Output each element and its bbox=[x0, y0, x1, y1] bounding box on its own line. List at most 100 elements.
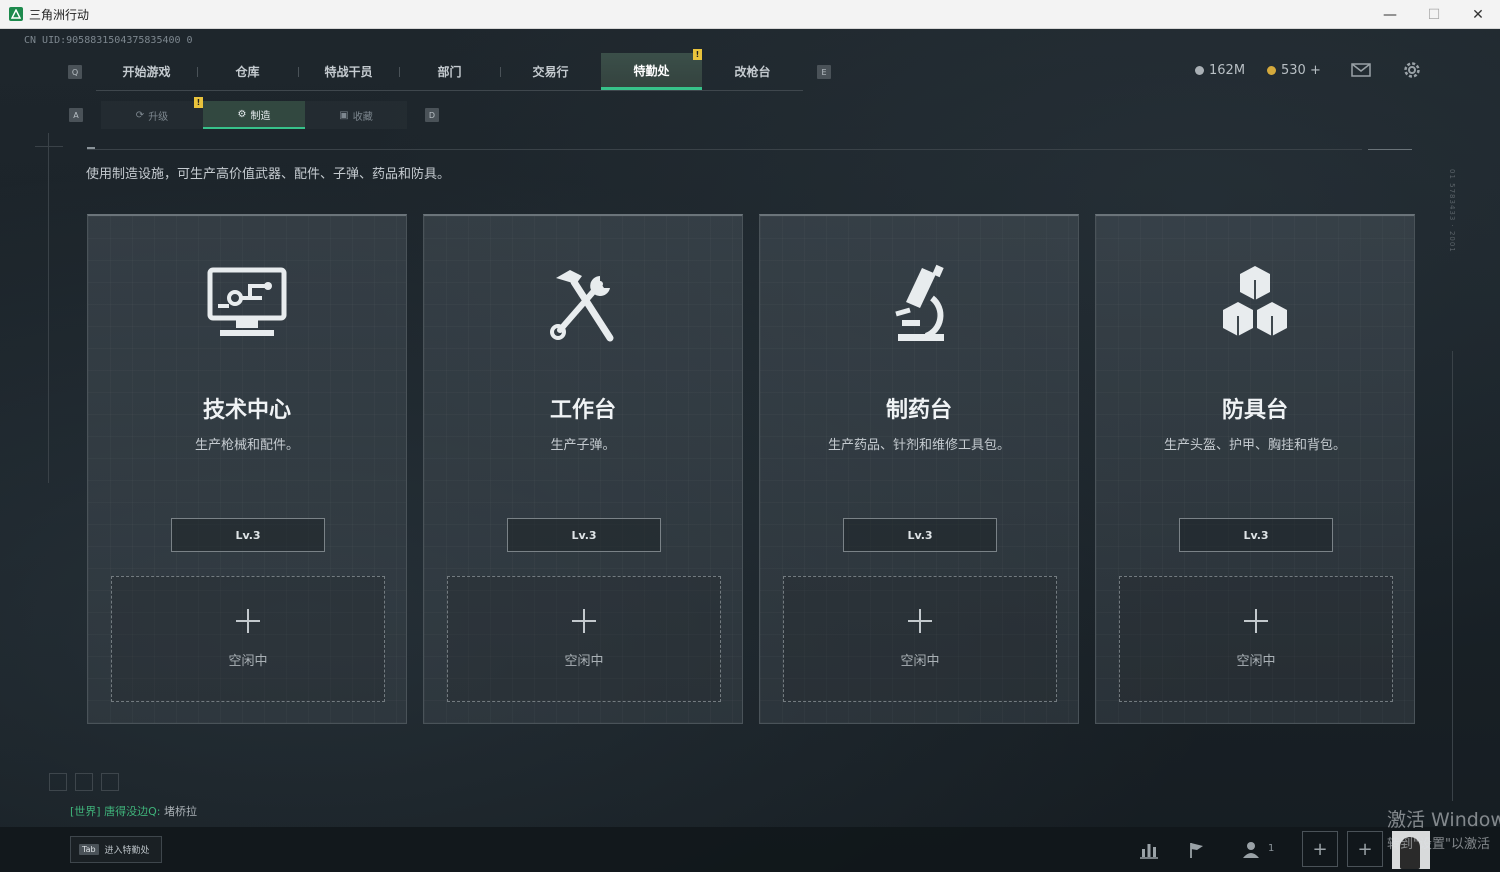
window-title: 三角洲行动 bbox=[29, 7, 90, 22]
tab-department[interactable]: 部门 bbox=[399, 53, 500, 90]
subtab-craft-label: 制造 bbox=[250, 110, 271, 122]
window-titlebar: 三角洲行动 — ☐ ✕ bbox=[0, 0, 1500, 29]
close-button[interactable]: ✕ bbox=[1456, 0, 1500, 29]
subnav-next-key[interactable]: D bbox=[425, 108, 439, 122]
facility-level-button[interactable]: Lv.3 bbox=[1179, 518, 1333, 552]
subtab-upgrade[interactable]: ⟳ 升级 ! bbox=[101, 97, 203, 129]
quick-slots bbox=[49, 773, 119, 791]
tab-trading[interactable]: 交易行 bbox=[500, 53, 601, 90]
minimize-button[interactable]: — bbox=[1368, 0, 1412, 29]
chat-channel: [世界] bbox=[70, 805, 101, 818]
stats-chart-icon[interactable] bbox=[1134, 837, 1164, 863]
section-divider bbox=[87, 149, 1362, 150]
notification-badge: ! bbox=[693, 49, 702, 60]
facility-level-button[interactable]: Lv.3 bbox=[843, 518, 997, 552]
frame-line bbox=[48, 133, 49, 483]
tab-gunsmith[interactable]: 改枪台 bbox=[702, 53, 803, 90]
enter-special-ops-button[interactable]: Tab 进入特勤处 bbox=[70, 836, 162, 863]
windows-activation-watermark: 激活 Window bbox=[1387, 809, 1500, 831]
notification-badge: ! bbox=[194, 97, 203, 108]
settings-gear-icon[interactable] bbox=[1400, 59, 1424, 81]
facility-level-button[interactable]: Lv.3 bbox=[171, 518, 325, 552]
add-slot-button[interactable]: + bbox=[1347, 831, 1383, 867]
silver-currency[interactable]: 162M bbox=[1195, 63, 1245, 78]
silver-amount: 162M bbox=[1209, 63, 1246, 78]
facility-subtitle: 生产头盔、护甲、胸挂和背包。 bbox=[1163, 438, 1346, 453]
craft-icon: ⚙ bbox=[237, 108, 247, 120]
production-slot[interactable]: 空闲中 bbox=[1119, 576, 1393, 702]
quick-slot[interactable] bbox=[101, 773, 119, 791]
facility-subtitle: 生产枪械和配件。 bbox=[194, 438, 299, 453]
facility-title: 技术中心 bbox=[202, 398, 291, 423]
flag-icon[interactable] bbox=[1182, 837, 1212, 863]
tab-key-hint: Tab bbox=[79, 844, 99, 855]
tab-operators[interactable]: 特战干员 bbox=[298, 53, 399, 90]
slot-status: 空闲中 bbox=[900, 654, 940, 669]
computer-icon bbox=[207, 267, 287, 336]
microscope-icon bbox=[895, 264, 944, 341]
gold-currency[interactable]: 530 + bbox=[1267, 63, 1321, 78]
hammer-wrench-icon bbox=[550, 270, 614, 342]
chat-user: 唐得没边Q: bbox=[104, 805, 161, 818]
facility-title: 防具台 bbox=[1221, 398, 1288, 423]
slot-status: 空闲中 bbox=[228, 654, 268, 669]
slot-status: 空闲中 bbox=[1236, 654, 1276, 669]
gold-coin-icon bbox=[1267, 66, 1276, 75]
tab-special-ops-label: 特勤处 bbox=[633, 63, 670, 78]
enter-special-ops-label: 进入特勤处 bbox=[104, 846, 150, 856]
slot-status: 空闲中 bbox=[564, 654, 604, 669]
chat-line[interactable]: [世界] 唐得没边Q: 堵桥拉 bbox=[70, 803, 197, 819]
subtab-craft[interactable]: ⚙ 制造 bbox=[203, 101, 305, 129]
nav-next-key[interactable]: E bbox=[817, 65, 831, 79]
chat-message: 堵桥拉 bbox=[163, 805, 197, 818]
facility-card-workbench[interactable]: 工作台 生产子弹。 Lv.3 空闲中 bbox=[423, 214, 743, 724]
facility-title: 工作台 bbox=[549, 398, 616, 423]
sub-nav: A ⟳ 升级 ! ⚙ 制造 ▣ 收藏 D bbox=[69, 97, 439, 129]
plus-icon bbox=[572, 609, 596, 633]
subtab-collect-label: 收藏 bbox=[352, 111, 373, 123]
facility-level-button[interactable]: Lv.3 bbox=[507, 518, 661, 552]
tab-warehouse[interactable]: 仓库 bbox=[197, 53, 298, 90]
collect-icon: ▣ bbox=[339, 109, 349, 121]
main-nav: Q 开始游戏 仓库 特战干员 部门 交易行 特勤处 ! 改枪台 E bbox=[68, 49, 831, 91]
facility-subtitle: 生产药品、针剂和维修工具包。 bbox=[827, 438, 1010, 453]
gold-amount: 530 + bbox=[1281, 63, 1321, 78]
silver-coin-icon bbox=[1195, 66, 1204, 75]
upgrade-icon: ⟳ bbox=[135, 109, 145, 121]
facility-card-pharmacy[interactable]: 制药台 生产药品、针剂和维修工具包。 Lv.3 空闲中 bbox=[759, 214, 1079, 724]
facility-card-armor[interactable]: 防具台 生产头盔、护甲、胸挂和背包。 Lv.3 空闲中 bbox=[1095, 214, 1415, 724]
facility-cards: 技术中心 生产枪械和配件。 Lv.3 空闲中 工作台 生产子弹。 Lv.3 空闲… bbox=[87, 214, 1415, 724]
maximize-button[interactable]: ☐ bbox=[1412, 0, 1456, 29]
production-slot[interactable]: 空闲中 bbox=[111, 576, 385, 702]
game-viewport: CN UID:9058831504375835400 0 01 5783433 … bbox=[0, 29, 1500, 872]
subnav-prev-key[interactable]: A bbox=[69, 108, 83, 122]
tab-special-ops[interactable]: 特勤处 ! bbox=[601, 49, 702, 90]
page-description: 使用制造设施，可生产高价值武器、配件、子弹、药品和防具。 bbox=[86, 167, 451, 182]
tab-start-game[interactable]: 开始游戏 bbox=[96, 53, 197, 90]
plus-icon bbox=[1244, 609, 1268, 633]
quick-slot[interactable] bbox=[75, 773, 93, 791]
bottom-bar bbox=[0, 827, 1500, 872]
players-icon[interactable] bbox=[1238, 837, 1268, 863]
frame-line bbox=[35, 146, 63, 147]
facility-card-tech-center[interactable]: 技术中心 生产枪械和配件。 Lv.3 空闲中 bbox=[87, 214, 407, 724]
quick-slot[interactable] bbox=[49, 773, 67, 791]
player-count: 1 bbox=[1268, 843, 1275, 854]
boxes-icon bbox=[1223, 266, 1287, 336]
nav-prev-key[interactable]: Q bbox=[68, 65, 82, 79]
add-slot-button[interactable]: + bbox=[1302, 831, 1338, 867]
mail-icon[interactable] bbox=[1349, 59, 1373, 81]
plus-icon bbox=[908, 609, 932, 633]
production-slot[interactable]: 空闲中 bbox=[783, 576, 1057, 702]
subtab-collect[interactable]: ▣ 收藏 bbox=[305, 101, 407, 129]
production-slot[interactable]: 空闲中 bbox=[447, 576, 721, 702]
app-logo-icon bbox=[9, 7, 23, 21]
facility-title: 制药台 bbox=[885, 398, 952, 423]
facility-subtitle: 生产子弹。 bbox=[550, 438, 616, 453]
divider-mark bbox=[1368, 149, 1412, 150]
player-uid: CN UID:9058831504375835400 0 bbox=[24, 35, 193, 46]
side-deco-text: 01 5783433 · 2001 bbox=[1448, 169, 1456, 253]
plus-icon bbox=[236, 609, 260, 633]
divider-mark bbox=[87, 147, 95, 149]
windows-activation-hint: 转到"设置"以激活 bbox=[1387, 837, 1490, 852]
